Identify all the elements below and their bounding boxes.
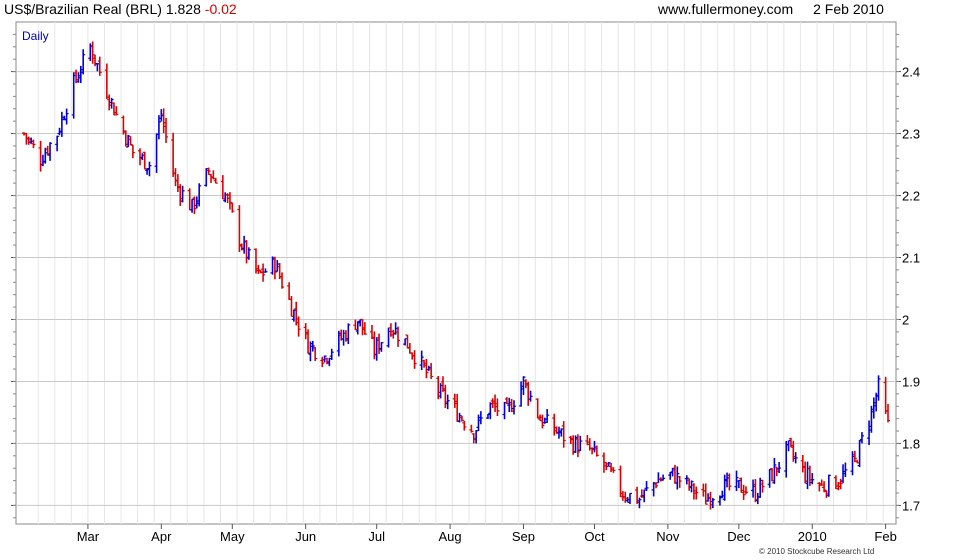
y-tick-label: 2 — [902, 312, 909, 327]
x-tick-label: 2010 — [798, 529, 827, 544]
x-tick-label: Aug — [439, 529, 462, 544]
price-chart: Mar Apr May Jun Jul Aug Sep Oct Nov Dec 2010 Feb 1.… — [11, 21, 920, 556]
x-tick-label: May — [220, 529, 245, 544]
y-tick-label: 1.9 — [902, 374, 920, 389]
x-tick-label: Oct — [584, 529, 605, 544]
period-label: Daily — [22, 29, 49, 43]
y-tick-label: 2.4 — [902, 65, 920, 80]
x-tick-label: Sep — [512, 529, 535, 544]
x-tick-label: Jun — [295, 529, 316, 544]
x-tick-label: Apr — [151, 529, 172, 544]
y-tick-label: 1.8 — [902, 436, 920, 451]
x-tick-label: Feb — [874, 529, 896, 544]
y-tick-label: 2.1 — [902, 251, 920, 266]
x-tick-label: Jul — [368, 529, 385, 544]
plot-area — [15, 21, 897, 525]
x-tick-label: Nov — [656, 529, 680, 544]
x-tick-label: Dec — [727, 529, 751, 544]
x-axis: Mar Apr May Jun Jul Aug Sep Oct Nov Dec 2010 Feb — [77, 524, 897, 544]
y-tick-label: 2.2 — [902, 189, 920, 204]
y-tick-label: 2.3 — [902, 127, 920, 142]
x-tick-label: Mar — [77, 529, 100, 544]
y-tick-label: 1.7 — [902, 498, 920, 513]
copyright: © 2010 Stockcube Research Ltd — [759, 547, 874, 556]
